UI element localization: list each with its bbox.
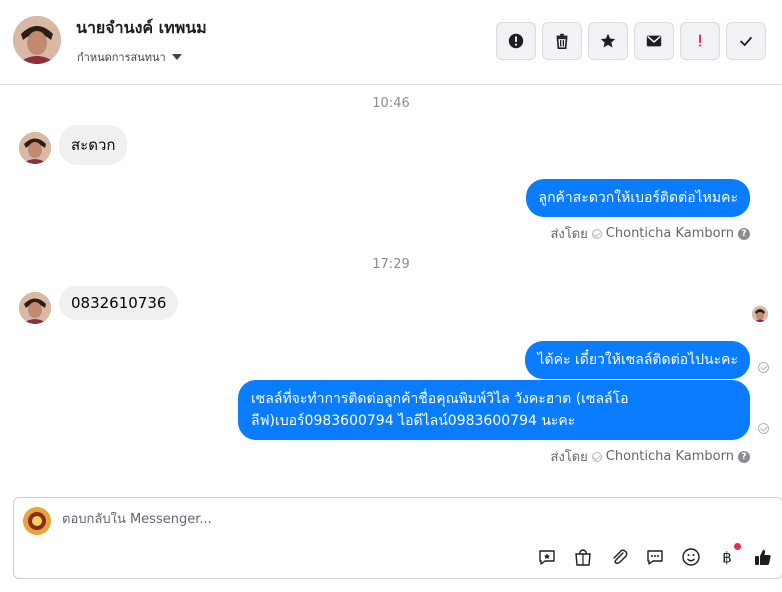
message-thread: 10:46 สะดวก ลูกค้าสะดวกให้เบอร์ติดต่อไหม… [0, 86, 782, 490]
sent-by-name: Chonticha Kamborn [605, 226, 734, 241]
svg-text:฿: ฿ [722, 549, 732, 567]
delivered-check-icon [758, 362, 769, 373]
payment-button[interactable]: ฿ [716, 543, 741, 568]
sent-by-prefix: ส่งโดย [550, 227, 588, 242]
shopping-bag-icon [575, 549, 591, 566]
seen-avatar [752, 306, 768, 322]
help-icon[interactable]: ? [738, 450, 750, 463]
contact-avatar-small [19, 132, 51, 164]
like-button[interactable] [752, 546, 774, 568]
sent-by-name: Chonticha Kamborn [605, 449, 734, 464]
star-button[interactable] [588, 22, 628, 60]
done-button[interactable] [726, 22, 766, 60]
check-icon [739, 36, 753, 47]
incoming-message[interactable]: สะดวก [59, 125, 128, 165]
shop-button[interactable] [572, 546, 594, 568]
alert-circle-icon [508, 33, 524, 49]
timestamp: 10:46 [372, 96, 410, 111]
conversation-schedule-label: กำหนดการสนทนา [77, 51, 166, 64]
contact-avatar-small [19, 292, 51, 324]
sent-by-label: ส่งโดย Chonticha Kamborn ? [550, 446, 750, 467]
thumbs-up-icon [755, 549, 771, 565]
page-avatar [23, 507, 51, 535]
quick-reply-button[interactable] [644, 546, 666, 568]
help-icon[interactable]: ? [738, 227, 750, 240]
trash-icon [556, 33, 568, 50]
verified-check-icon [591, 228, 602, 239]
mark-unread-button[interactable] [634, 22, 674, 60]
emoji-icon [682, 548, 700, 566]
outgoing-message[interactable]: ได้ค่ะ เดี๋ยวให้เซลล์ติดต่อไปนะคะ [525, 341, 750, 379]
notification-dot [734, 543, 741, 550]
reply-input[interactable] [62, 512, 662, 527]
sent-by-prefix: ส่งโดย [550, 450, 588, 465]
exclamation-icon [699, 34, 701, 47]
outgoing-message[interactable]: เซลล์ที่จะทำการติดต่อลูกค้าชื่อคุณพิมพ์ว… [238, 380, 750, 440]
conversation-header: นายจำนงค์ เทพนม กำหนดการสนทนา [0, 0, 782, 85]
baht-icon: ฿ [722, 549, 732, 567]
saved-reply-button[interactable] [536, 546, 558, 568]
outgoing-message[interactable]: ลูกค้าสะดวกให้เบอร์ติดต่อไหมคะ [526, 179, 750, 217]
delete-button[interactable] [542, 22, 582, 60]
verified-check-icon [591, 451, 602, 462]
header-actions [496, 22, 766, 60]
emoji-button[interactable] [680, 546, 702, 568]
saved-reply-icon [539, 550, 555, 565]
star-icon [600, 33, 616, 48]
contact-avatar[interactable] [13, 16, 61, 64]
incoming-message[interactable]: 0832610736 [59, 286, 179, 320]
attach-button[interactable] [608, 546, 630, 568]
reply-composer: ฿ [13, 497, 782, 579]
paperclip-icon [613, 549, 628, 565]
chat-bubble-icon [647, 550, 663, 565]
timestamp: 17:29 [372, 257, 410, 272]
conversation-schedule-dropdown[interactable]: กำหนดการสนทนา [77, 48, 182, 66]
caret-down-icon [171, 54, 182, 60]
spam-button[interactable] [496, 22, 536, 60]
delivered-check-icon [758, 423, 769, 434]
envelope-icon [646, 35, 662, 47]
contact-name: นายจำนงค์ เทพนม [76, 18, 207, 37]
composer-toolbar: ฿ [536, 543, 774, 568]
priority-button[interactable] [680, 22, 720, 60]
sent-by-label: ส่งโดย Chonticha Kamborn ? [550, 223, 750, 244]
